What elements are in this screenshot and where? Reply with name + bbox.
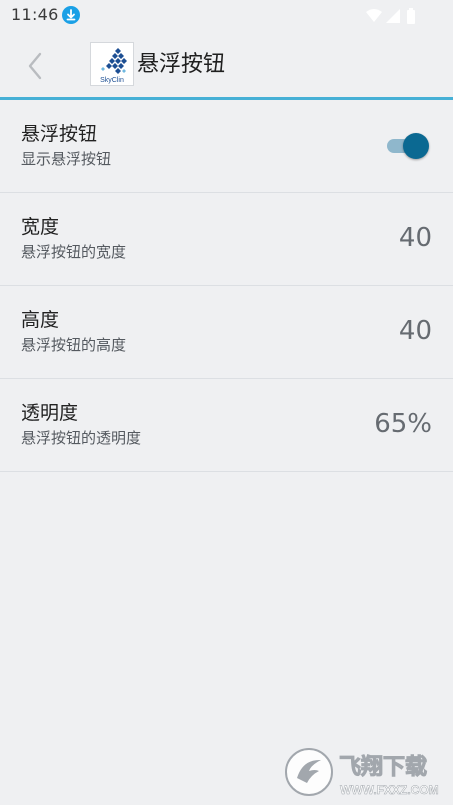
setting-row-floating-button[interactable]: 悬浮按钮 显示悬浮按钮 xyxy=(0,100,453,193)
watermark: 飞翔下载 WWW.FXXZ.COM xyxy=(285,745,447,799)
status-icons xyxy=(366,8,415,24)
watermark-brand: 飞翔下载 xyxy=(339,754,427,780)
status-time: 11:46 xyxy=(11,5,59,24)
setting-summary: 悬浮按钮的宽度 xyxy=(21,243,127,261)
setting-title: 悬浮按钮 xyxy=(21,123,98,145)
setting-row-width[interactable]: 宽度 悬浮按钮的宽度 40 xyxy=(0,193,453,286)
setting-row-opacity[interactable]: 透明度 悬浮按钮的透明度 65% xyxy=(0,379,453,472)
app-logo-text: SkyClin xyxy=(100,77,124,84)
setting-value-height: 40 xyxy=(398,316,432,346)
floating-button-toggle[interactable] xyxy=(387,133,429,159)
app-logo: SkyClin xyxy=(90,42,134,86)
setting-value-opacity: 65% xyxy=(374,409,432,439)
toggle-thumb xyxy=(403,133,429,159)
battery-icon xyxy=(407,8,415,24)
setting-summary: 悬浮按钮的高度 xyxy=(21,336,127,354)
download-icon xyxy=(62,6,80,24)
signal-icon xyxy=(386,9,400,23)
setting-summary: 悬浮按钮的透明度 xyxy=(21,429,142,447)
back-button[interactable] xyxy=(18,48,52,84)
watermark-url: WWW.FXXZ.COM xyxy=(340,783,439,797)
watermark-logo-icon xyxy=(285,748,333,796)
status-bar: 11:46 xyxy=(0,0,453,32)
chevron-left-icon xyxy=(28,52,42,80)
setting-summary: 显示悬浮按钮 xyxy=(21,150,112,168)
setting-row-height[interactable]: 高度 悬浮按钮的高度 40 xyxy=(0,286,453,379)
settings-list: 悬浮按钮 显示悬浮按钮 宽度 悬浮按钮的宽度 40 高度 悬浮按钮的高度 40 … xyxy=(0,100,453,472)
setting-value-width: 40 xyxy=(398,223,432,253)
page-title: 悬浮按钮 xyxy=(137,52,226,77)
toolbar xyxy=(0,32,453,98)
setting-title: 透明度 xyxy=(21,402,79,424)
setting-title: 宽度 xyxy=(21,216,60,238)
wifi-icon xyxy=(366,9,382,22)
setting-title: 高度 xyxy=(21,309,60,331)
